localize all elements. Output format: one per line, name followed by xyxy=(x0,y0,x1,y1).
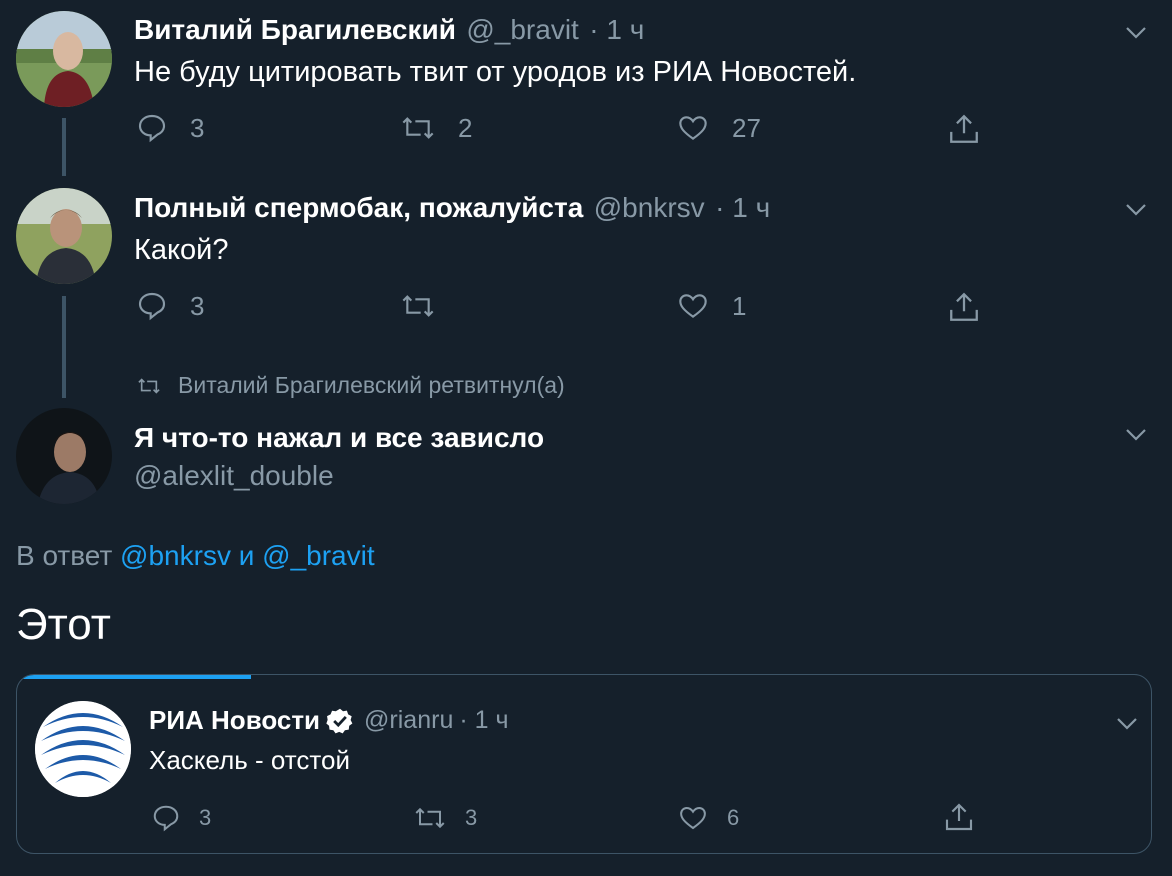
tweet-time[interactable]: · 1 ч xyxy=(715,192,770,223)
chevron-down-icon[interactable] xyxy=(1124,422,1148,446)
reply-button[interactable]: 3 xyxy=(136,290,204,322)
like-icon xyxy=(680,806,706,830)
reply-user-bnkrsv[interactable]: @bnkrsv xyxy=(120,540,231,571)
reply-prefix: В ответ xyxy=(16,540,113,571)
thread-line xyxy=(62,118,66,176)
reply-and: и xyxy=(238,540,255,571)
quoted-header: РИА Новости @rianru · 1 ч xyxy=(149,705,509,736)
author-handle[interactable]: @bnkrsv xyxy=(594,192,705,223)
reply-user-bravit[interactable]: @_bravit xyxy=(262,540,374,571)
quoted-time[interactable]: · 1 ч xyxy=(459,706,508,735)
author-name[interactable]: Полный спермобак, пожалуйста xyxy=(134,192,583,223)
retweet-button[interactable] xyxy=(400,290,458,322)
retweet-icon xyxy=(138,377,160,394)
quoted-text: Хаскель - отстой xyxy=(149,745,350,775)
tweet-header: Полный спермобак, пожалуйста @bnkrsv · 1… xyxy=(134,192,770,224)
reply-count: 3 xyxy=(190,290,205,321)
main-tweet-text: Этот xyxy=(16,600,111,649)
tweet-time[interactable]: · 1 ч xyxy=(589,14,644,45)
reply-icon xyxy=(153,805,179,832)
retweet-icon xyxy=(402,295,434,317)
quoted-author-handle[interactable]: @rianru xyxy=(364,706,453,735)
thread-line xyxy=(62,296,66,398)
chevron-down-icon[interactable] xyxy=(1124,197,1148,221)
reply-button[interactable]: 3 xyxy=(136,112,204,144)
reply-to-line: В ответ @bnkrsv и @_bravit xyxy=(16,540,375,572)
quoted-author-name[interactable]: РИА Новости xyxy=(149,705,320,736)
like-count: 6 xyxy=(727,805,740,830)
author-name[interactable]: Я что-то нажал и все зависло xyxy=(134,422,544,454)
retweet-icon xyxy=(402,117,434,139)
quoted-retweet-button[interactable]: 3 xyxy=(413,803,477,833)
like-count: 27 xyxy=(732,112,761,143)
tweet-text: Не буду цитировать твит от уродов из РИА… xyxy=(134,56,857,88)
author-handle[interactable]: @alexlit_double xyxy=(134,460,334,492)
tweet-header: Виталий Брагилевский @_bravit · 1 ч xyxy=(134,14,644,46)
author-name[interactable]: Виталий Брагилевский xyxy=(134,14,456,45)
chevron-down-icon[interactable] xyxy=(1124,20,1148,44)
avatar-alexlit[interactable] xyxy=(16,408,112,504)
share-icon[interactable] xyxy=(946,112,982,146)
like-icon xyxy=(679,116,707,140)
reply-icon xyxy=(138,114,166,143)
share-icon[interactable] xyxy=(943,801,975,833)
share-icon[interactable] xyxy=(946,290,982,324)
like-count: 1 xyxy=(732,290,747,321)
retweet-context-text[interactable]: Виталий Брагилевский ретвитнул(а) xyxy=(178,372,565,399)
quoted-tweet-card[interactable]: РИА Новости @rianru · 1 ч Хаскель - отст… xyxy=(16,674,1152,854)
avatar-bravit[interactable] xyxy=(16,11,112,107)
retweet-button[interactable]: 2 xyxy=(400,112,472,144)
avatar-rianru[interactable] xyxy=(35,701,131,797)
retweet-icon xyxy=(415,807,445,829)
tweet-text: Какой? xyxy=(134,234,229,266)
retweet-count: 3 xyxy=(465,805,478,830)
like-button[interactable]: 1 xyxy=(676,290,746,322)
like-button[interactable]: 27 xyxy=(676,112,761,144)
retweet-context: Виталий Брагилевский ретвитнул(а) xyxy=(136,372,565,399)
reply-count: 3 xyxy=(190,112,205,143)
reply-icon xyxy=(138,292,166,321)
ria-logo xyxy=(35,701,131,797)
reply-count: 3 xyxy=(199,805,212,830)
verified-icon xyxy=(326,708,353,733)
retweet-count: 2 xyxy=(458,112,473,143)
like-icon xyxy=(679,294,707,318)
quoted-reply-button[interactable]: 3 xyxy=(151,803,211,833)
quoted-like-button[interactable]: 6 xyxy=(677,803,739,833)
author-handle[interactable]: @_bravit xyxy=(466,14,578,45)
avatar-bnkrsv[interactable] xyxy=(16,188,112,284)
loading-progress-bar xyxy=(17,675,251,679)
chevron-down-icon[interactable] xyxy=(1115,711,1139,735)
